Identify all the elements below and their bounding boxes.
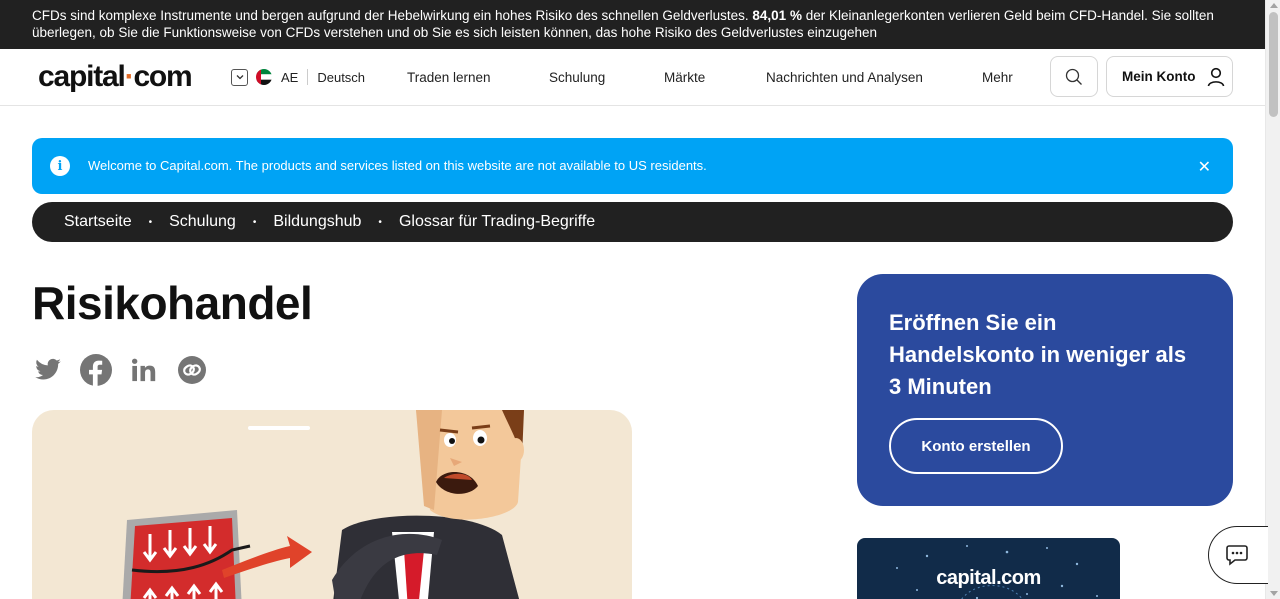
nav-nachrichten-und-analysen[interactable]: Nachrichten und Analysen xyxy=(766,70,923,85)
link-icon[interactable] xyxy=(176,354,208,386)
search-button[interactable] xyxy=(1050,56,1098,97)
notice-text: Welcome to Capital.com. The products and… xyxy=(88,158,707,173)
scroll-up-icon[interactable] xyxy=(1270,3,1278,8)
breadcrumb-bildungshub[interactable]: Bildungshub xyxy=(273,213,361,231)
nav-traden-lernen[interactable]: Traden lernen xyxy=(407,70,491,85)
risk-warning-banner: CFDs sind komplexe Instrumente und berge… xyxy=(0,0,1265,49)
create-account-button[interactable]: Konto erstellen xyxy=(889,418,1063,474)
page-scrollbar[interactable] xyxy=(1265,0,1280,599)
open-account-promo: Eröffnen Sie ein Handelskonto in weniger… xyxy=(857,274,1233,506)
risk-percent: 84,01 % xyxy=(752,8,802,23)
linkedin-icon[interactable] xyxy=(128,354,160,386)
breadcrumb-schulung[interactable]: Schulung xyxy=(169,213,236,231)
us-residents-notice: i Welcome to Capital.com. The products a… xyxy=(32,138,1233,194)
scroll-down-icon[interactable] xyxy=(1270,591,1278,596)
hero-decor-bar xyxy=(248,426,310,430)
promo-title: Eröffnen Sie ein Handelskonto in weniger… xyxy=(889,310,1187,399)
search-icon xyxy=(1065,68,1082,85)
nav-maerkte[interactable]: Märkte xyxy=(664,70,705,85)
breadcrumb-glossar[interactable]: Glossar für Trading-Begriffe xyxy=(399,213,595,231)
breadcrumb-separator: • xyxy=(252,216,257,228)
chat-icon xyxy=(1226,545,1248,566)
chat-widget-button[interactable] xyxy=(1208,526,1268,584)
language-label: Deutsch xyxy=(317,69,366,85)
user-icon xyxy=(1207,67,1224,86)
chevron-down-icon[interactable] xyxy=(231,68,248,86)
breadcrumb: Startseite • Schulung • Bildungshub • Gl… xyxy=(32,202,1233,242)
nav-mehr[interactable]: Mehr xyxy=(982,70,1013,85)
card-logo: capital.com xyxy=(936,567,1041,589)
info-icon: i xyxy=(50,156,70,176)
page-title: Risikohandel xyxy=(32,277,313,329)
breadcrumb-separator: • xyxy=(378,216,382,228)
my-account-label: Mein Konto xyxy=(1122,69,1196,84)
breadcrumb-separator: • xyxy=(148,216,153,228)
site-logo[interactable]: capital·com xyxy=(38,60,193,93)
locale-divider xyxy=(307,69,309,85)
my-account-button[interactable]: Mein Konto xyxy=(1106,56,1233,97)
uae-flag-icon xyxy=(256,69,272,85)
twitter-icon[interactable] xyxy=(32,354,64,386)
close-icon[interactable]: ✕ xyxy=(1198,157,1211,177)
risk-text-start: CFDs sind komplexe Instrumente und berge… xyxy=(32,8,749,23)
locale-selector[interactable]: AE Deutsch xyxy=(231,68,365,86)
logo-text-right: com xyxy=(133,60,192,93)
nav-schulung[interactable]: Schulung xyxy=(549,70,605,85)
logo-text-left: capital xyxy=(38,60,126,93)
scroll-thumb[interactable] xyxy=(1269,12,1278,117)
site-header: capital·com AE Deutsch Traden lernen Sch… xyxy=(0,49,1265,106)
businessman-illustration xyxy=(122,410,524,599)
hero-illustration xyxy=(32,410,632,599)
promo-image-card[interactable]: capital.com xyxy=(857,538,1120,599)
breadcrumb-startseite[interactable]: Startseite xyxy=(64,213,132,231)
facebook-icon[interactable] xyxy=(80,354,112,386)
region-code: AE xyxy=(281,69,299,85)
